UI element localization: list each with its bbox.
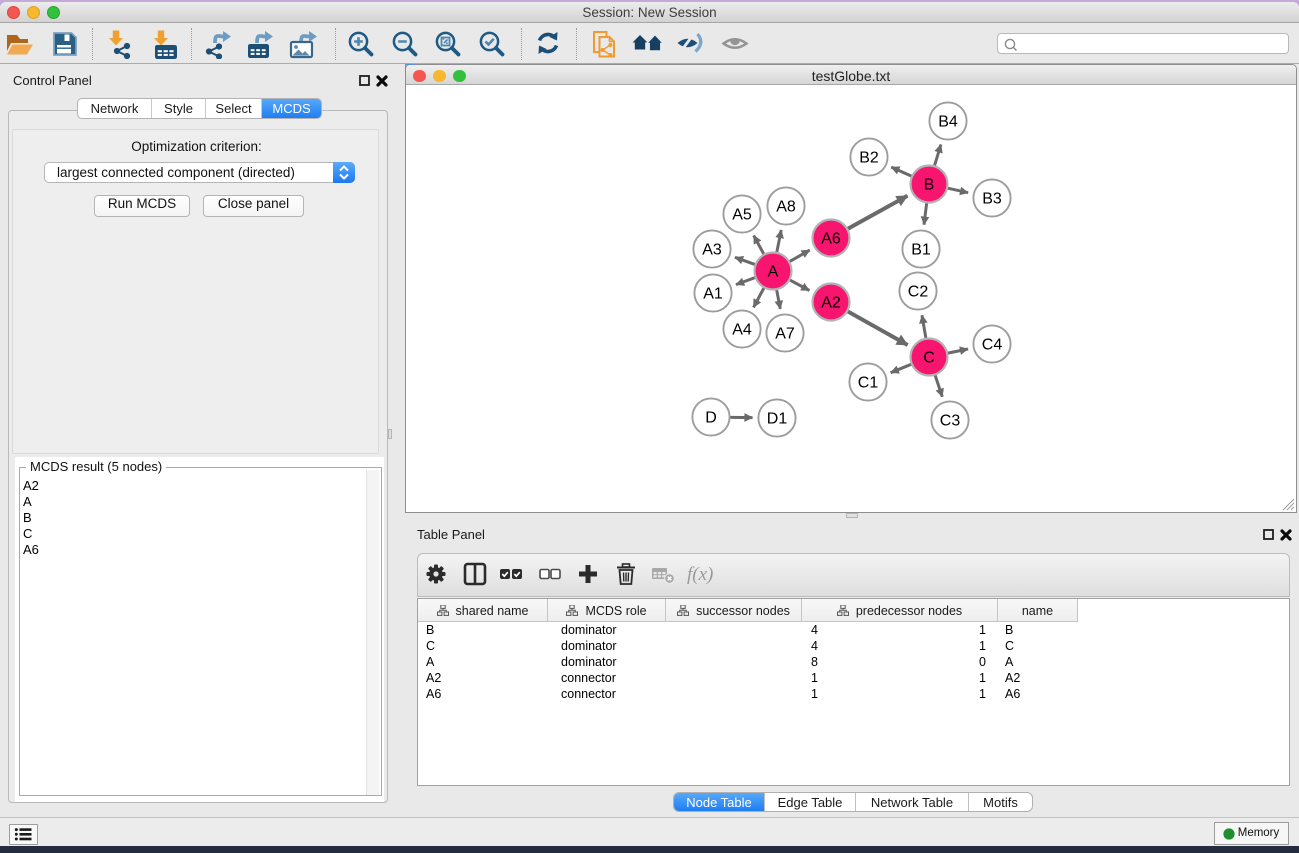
- svg-text:A3: A3: [702, 242, 722, 259]
- svg-text:B3: B3: [982, 191, 1002, 208]
- svg-text:C2: C2: [908, 284, 929, 301]
- svg-text:D1: D1: [767, 411, 788, 428]
- svg-text:f(x): f(x): [687, 564, 713, 585]
- svg-text:B: B: [924, 177, 935, 194]
- svg-text:C: C: [923, 350, 935, 367]
- svg-text:A8: A8: [776, 199, 796, 216]
- svg-text:A5: A5: [732, 207, 752, 224]
- svg-text:B4: B4: [938, 114, 958, 131]
- svg-text:A1: A1: [703, 286, 723, 303]
- svg-text:A6: A6: [821, 231, 841, 248]
- svg-text:A2: A2: [821, 295, 841, 312]
- svg-text:B1: B1: [911, 242, 931, 259]
- svg-text:A4: A4: [732, 322, 752, 339]
- svg-text:A7: A7: [775, 326, 795, 343]
- svg-text:D: D: [705, 410, 717, 427]
- svg-text:C3: C3: [940, 413, 961, 430]
- svg-text:B2: B2: [859, 150, 879, 167]
- svg-text:C4: C4: [982, 337, 1003, 354]
- svg-text:A: A: [768, 264, 779, 281]
- svg-text:C1: C1: [858, 375, 879, 392]
